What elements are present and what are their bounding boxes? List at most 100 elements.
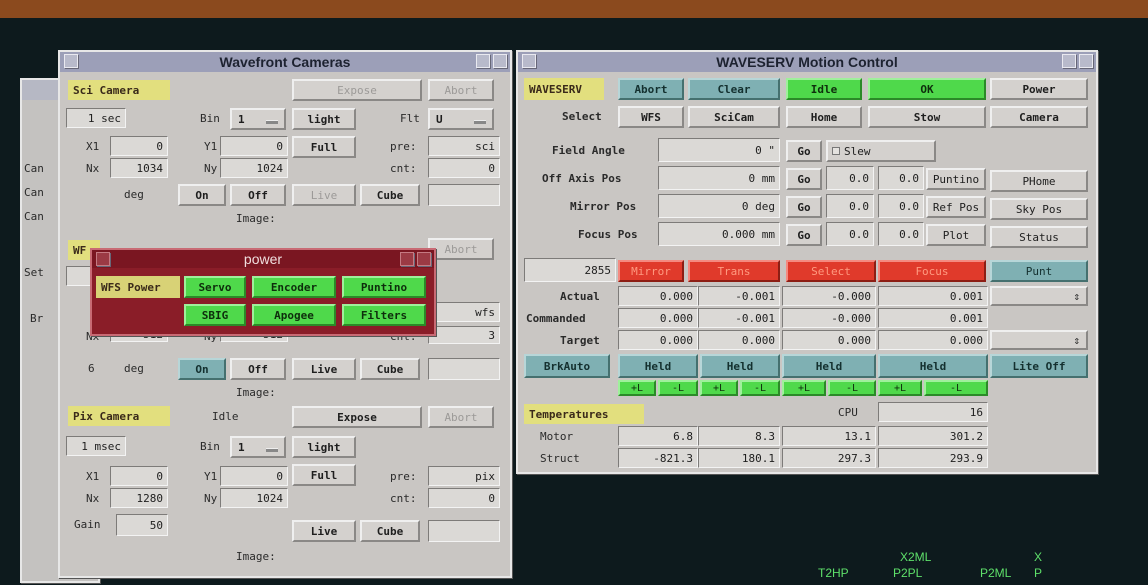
sci-prefix-field[interactable]: sci — [428, 136, 500, 156]
pix-exposure-field[interactable]: 1 msec — [66, 436, 126, 456]
status-button[interactable]: Status — [990, 226, 1088, 248]
wfs-on-button[interactable]: On — [178, 358, 226, 380]
pix-live-button[interactable]: Live — [292, 520, 356, 542]
pix-abort-button[interactable]: Abort — [428, 406, 494, 428]
apogee-power-button[interactable]: Apogee — [252, 304, 336, 326]
wfs-abort-button[interactable]: Abort — [428, 238, 494, 260]
power-button[interactable]: Power — [990, 78, 1088, 100]
sci-bin-select[interactable]: 1 — [230, 108, 286, 130]
abort-button[interactable]: Abort — [618, 78, 684, 100]
ref-pos-button[interactable]: Ref Pos — [926, 196, 986, 218]
pix-cube-field[interactable] — [428, 520, 500, 542]
wfs-cube-field[interactable] — [428, 358, 500, 380]
off-axis-a-field[interactable]: 0.0 — [826, 166, 874, 190]
wfs-cube-button[interactable]: Cube — [360, 358, 420, 380]
brkauto-button[interactable]: BrkAuto — [524, 354, 610, 378]
sci-cube-button[interactable]: Cube — [360, 184, 420, 206]
wfs-prefix-field[interactable]: wfs — [428, 302, 500, 322]
focus-minus-l-button[interactable]: -L — [924, 380, 988, 396]
pix-expose-button[interactable]: Expose — [292, 406, 422, 428]
mirror-held-button[interactable]: Held — [618, 354, 698, 378]
mirror-go-button[interactable]: Go — [786, 196, 822, 218]
pix-bin-select[interactable]: 1 — [230, 436, 286, 458]
focus-held-button[interactable]: Held — [878, 354, 988, 378]
filters-power-button[interactable]: Filters — [342, 304, 426, 326]
plot-button[interactable]: Plot — [926, 224, 986, 246]
home-button[interactable]: Home — [786, 106, 862, 128]
mirror-pos-field[interactable]: 0 deg — [658, 194, 780, 218]
focus-plus-l-button[interactable]: +L — [878, 380, 922, 396]
trans-plus-l-button[interactable]: +L — [700, 380, 738, 396]
mirror-minus-l-button[interactable]: -L — [658, 380, 698, 396]
maximize-icon[interactable] — [1079, 54, 1093, 68]
mirror-plus-l-button[interactable]: +L — [618, 380, 656, 396]
power-titlebar[interactable]: power — [92, 250, 434, 268]
pix-cube-button[interactable]: Cube — [360, 520, 420, 542]
window-menu-icon[interactable] — [96, 252, 110, 266]
focus-go-button[interactable]: Go — [786, 224, 822, 246]
select-minus-l-button[interactable]: -L — [828, 380, 876, 396]
sci-count-field[interactable]: 0 — [428, 158, 500, 178]
mirror-b-field[interactable]: 0.0 — [878, 194, 924, 218]
wfs-off-button[interactable]: Off — [230, 358, 286, 380]
sci-expose-button[interactable]: Expose — [292, 79, 422, 101]
target-extra-select[interactable]: ⇕ — [990, 330, 1088, 350]
pix-gain-field[interactable]: 50 — [116, 514, 168, 536]
mirror-a-field[interactable]: 0.0 — [826, 194, 874, 218]
window-menu-icon[interactable] — [64, 54, 78, 68]
sci-exposure-field[interactable]: 1 sec — [66, 108, 126, 128]
select-wfs-button[interactable]: WFS — [618, 106, 684, 128]
sci-y1-field[interactable]: 0 — [220, 136, 288, 156]
slew-checkbox[interactable]: Slew — [826, 140, 936, 162]
puntino-button[interactable]: Puntino — [926, 168, 986, 190]
punt-button[interactable]: Punt — [990, 260, 1088, 282]
motion-titlebar[interactable]: WAVESERV Motion Control — [518, 52, 1096, 72]
select-scicam-button[interactable]: SciCam — [688, 106, 780, 128]
pix-full-button[interactable]: Full — [292, 464, 356, 486]
lite-off-button[interactable]: Lite Off — [990, 354, 1088, 378]
wfs-count-field[interactable]: 3 — [428, 326, 500, 344]
actual-extra-select[interactable]: ⇕ — [990, 286, 1088, 306]
pix-nx-field[interactable]: 1280 — [110, 488, 168, 508]
sci-off-button[interactable]: Off — [230, 184, 286, 206]
maximize-icon[interactable] — [417, 252, 431, 266]
servo-power-button[interactable]: Servo — [184, 276, 246, 298]
focus-pos-field[interactable]: 0.000 mm — [658, 222, 780, 246]
field-angle-field[interactable]: 0 " — [658, 138, 780, 162]
pix-ny-field[interactable]: 1024 — [220, 488, 288, 508]
pix-x1-field[interactable]: 0 — [110, 466, 168, 486]
sci-cube-field[interactable] — [428, 184, 500, 206]
select-held-button[interactable]: Held — [782, 354, 876, 378]
sci-light-button[interactable]: light — [292, 108, 356, 130]
trans-minus-l-button[interactable]: -L — [740, 380, 780, 396]
minimize-icon[interactable] — [476, 54, 490, 68]
puntino-power-button[interactable]: Puntino — [342, 276, 426, 298]
stow-button[interactable]: Stow — [868, 106, 986, 128]
wavefront-titlebar[interactable]: Wavefront Cameras — [60, 52, 510, 72]
sci-abort-button[interactable]: Abort — [428, 79, 494, 101]
pix-count-field[interactable]: 0 — [428, 488, 500, 508]
clear-button[interactable]: Clear — [688, 78, 780, 100]
trans-held-button[interactable]: Held — [700, 354, 780, 378]
sci-live-button[interactable]: Live — [292, 184, 356, 206]
off-axis-go-button[interactable]: Go — [786, 168, 822, 190]
off-axis-pos-field[interactable]: 0 mm — [658, 166, 780, 190]
sci-filter-select[interactable]: U — [428, 108, 494, 130]
pix-prefix-field[interactable]: pix — [428, 466, 500, 486]
pix-y1-field[interactable]: 0 — [220, 466, 288, 486]
sbig-power-button[interactable]: SBIG — [184, 304, 246, 326]
pix-light-button[interactable]: light — [292, 436, 356, 458]
window-menu-icon[interactable] — [522, 54, 536, 68]
off-axis-b-field[interactable]: 0.0 — [878, 166, 924, 190]
minimize-icon[interactable] — [1062, 54, 1076, 68]
maximize-icon[interactable] — [493, 54, 507, 68]
focus-b-field[interactable]: 0.0 — [878, 222, 924, 246]
sky-pos-button[interactable]: Sky Pos — [990, 198, 1088, 220]
phome-button[interactable]: PHome — [990, 170, 1088, 192]
wfs-live-button[interactable]: Live — [292, 358, 356, 380]
camera-button[interactable]: Camera — [990, 106, 1088, 128]
select-plus-l-button[interactable]: +L — [782, 380, 826, 396]
sci-full-button[interactable]: Full — [292, 136, 356, 158]
field-angle-go-button[interactable]: Go — [786, 140, 822, 162]
focus-a-field[interactable]: 0.0 — [826, 222, 874, 246]
